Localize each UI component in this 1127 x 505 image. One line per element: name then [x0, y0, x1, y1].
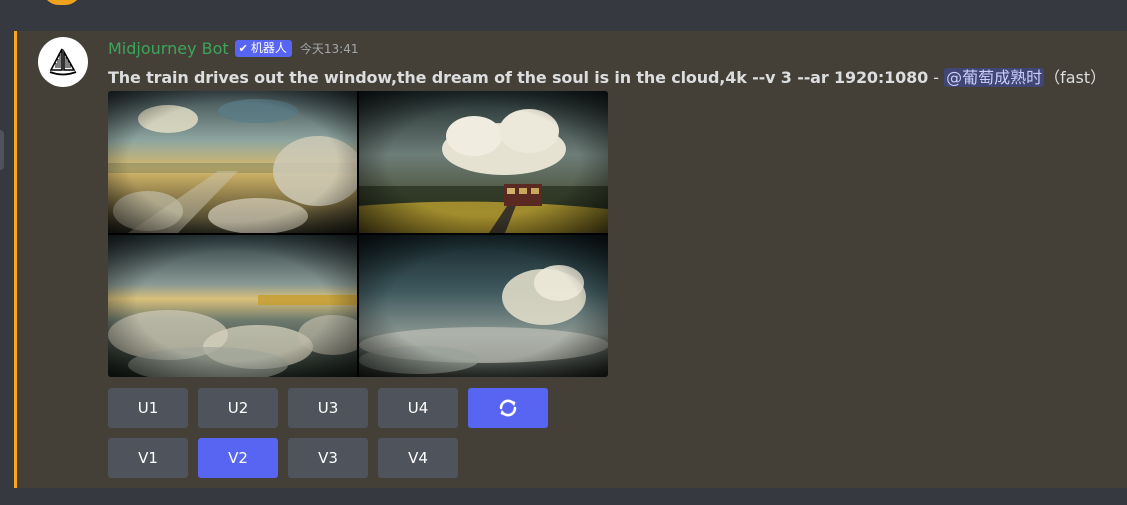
previous-avatar[interactable] [42, 0, 82, 5]
scroll-edge-indicator [0, 130, 4, 170]
generated-image-4[interactable] [359, 235, 608, 377]
v2-button[interactable]: V2 [198, 438, 278, 478]
upscale-button-row: U1 U2 U3 U4 [108, 388, 548, 428]
v3-button[interactable]: V3 [288, 438, 368, 478]
generated-image-1[interactable] [108, 91, 357, 233]
speed-label: （fast） [1044, 68, 1107, 87]
generated-image-3[interactable] [108, 235, 357, 377]
next-message-area [0, 488, 1127, 505]
variation-button-row: V1 V2 V3 V4 [108, 438, 458, 478]
reroll-button[interactable] [468, 388, 548, 428]
refresh-icon [499, 399, 517, 417]
v4-button[interactable]: V4 [378, 438, 458, 478]
v1-button[interactable]: V1 [108, 438, 188, 478]
u2-button[interactable]: U2 [198, 388, 278, 428]
image-grid[interactable] [108, 91, 608, 377]
highlighted-message: Midjourney Bot ✔ 机器人 今天13:41 The train d… [14, 31, 1127, 488]
user-mention[interactable]: @葡萄成熟时 [944, 68, 1045, 87]
u3-button[interactable]: U3 [288, 388, 368, 428]
avatar[interactable] [38, 37, 88, 87]
bot-tag-label: 机器人 [250, 40, 287, 55]
u1-button[interactable]: U1 [108, 388, 188, 428]
u4-button[interactable]: U4 [378, 388, 458, 428]
separator: - [928, 68, 945, 87]
timestamp[interactable]: 今天13:41 [300, 40, 359, 57]
midjourney-logo-icon [49, 48, 77, 76]
message-content: The train drives out the window,the drea… [108, 64, 1106, 88]
prompt-text: The train drives out the window,the drea… [108, 68, 929, 87]
message-header: Midjourney Bot ✔ 机器人 今天13:41 [108, 38, 358, 58]
generated-image-2[interactable] [359, 91, 608, 233]
bot-tag: ✔ 机器人 [234, 39, 292, 57]
verified-check-icon: ✔ [238, 41, 248, 55]
previous-message-row [0, 0, 1127, 31]
username[interactable]: Midjourney Bot [108, 39, 229, 58]
